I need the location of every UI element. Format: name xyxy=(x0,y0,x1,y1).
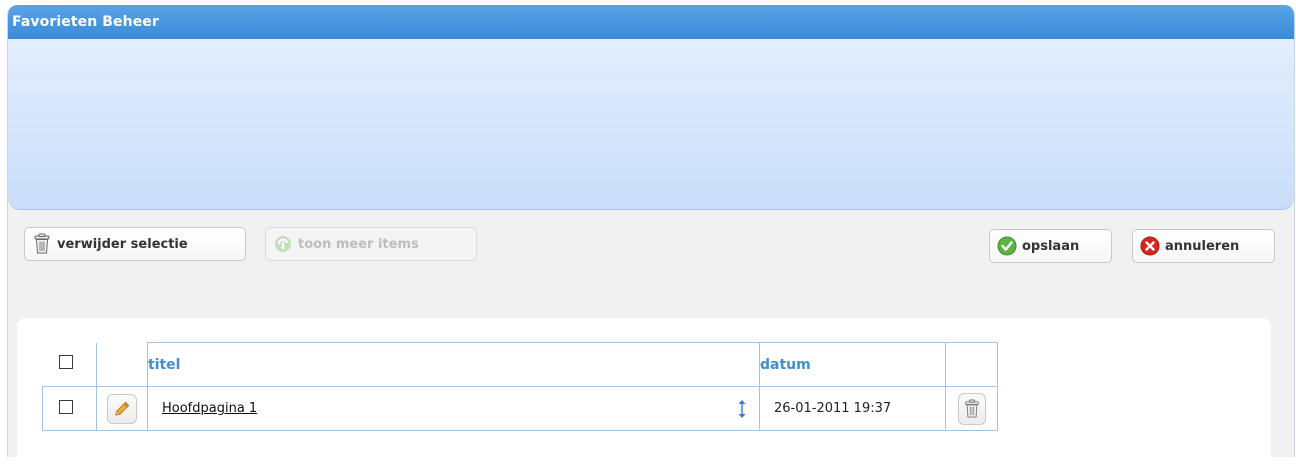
select-all-checkbox[interactable] xyxy=(58,355,73,370)
favorites-list-panel: titel datum Hoofdpagina 1 26-01-2011 19:… xyxy=(17,318,1271,468)
date-column-header[interactable]: datum xyxy=(759,342,946,387)
cancel-label: annuleren xyxy=(1165,238,1240,254)
trash-icon xyxy=(963,399,981,419)
title-bar: Favorieten Beheer xyxy=(8,5,1294,39)
save-label: opslaan xyxy=(1022,238,1080,254)
row-edit-cell xyxy=(96,386,148,431)
pencil-icon xyxy=(113,400,131,418)
favorites-table: titel datum Hoofdpagina 1 26-01-2011 19:… xyxy=(42,342,998,431)
row-checkbox[interactable] xyxy=(59,399,73,414)
cancel-button[interactable]: annuleren xyxy=(1132,229,1275,263)
select-all-cell xyxy=(42,342,97,387)
favorite-title-link[interactable]: Hoofdpagina 1 xyxy=(162,401,257,416)
title-column-header[interactable]: titel xyxy=(147,342,760,387)
window-title: Favorieten Beheer xyxy=(12,14,159,30)
row-title-cell: Hoofdpagina 1 xyxy=(147,386,760,431)
table-row: Hoofdpagina 1 26-01-2011 19:37 xyxy=(42,386,998,431)
row-select-cell xyxy=(42,386,97,431)
refresh-icon xyxy=(273,234,293,254)
edit-button[interactable] xyxy=(107,393,137,424)
delete-row-button[interactable] xyxy=(957,392,986,425)
trash-icon xyxy=(32,233,52,255)
save-button[interactable]: opslaan xyxy=(989,229,1112,263)
table-header-row: titel datum xyxy=(42,342,998,387)
row-date-cell: 26-01-2011 19:37 xyxy=(759,386,946,431)
vertical-resize-icon[interactable] xyxy=(737,399,747,419)
delete-selection-label: verwijder selectie xyxy=(57,236,188,252)
check-icon xyxy=(997,236,1017,256)
cancel-icon xyxy=(1140,236,1160,256)
row-delete-cell xyxy=(945,386,998,431)
show-more-items-label: toon meer items xyxy=(298,236,419,252)
delete-column-header xyxy=(945,342,998,387)
show-more-items-button[interactable]: toon meer items xyxy=(265,227,477,261)
delete-selection-button[interactable]: verwijder selectie xyxy=(24,227,246,261)
header-panel xyxy=(8,39,1294,210)
edit-column-header xyxy=(96,342,148,387)
